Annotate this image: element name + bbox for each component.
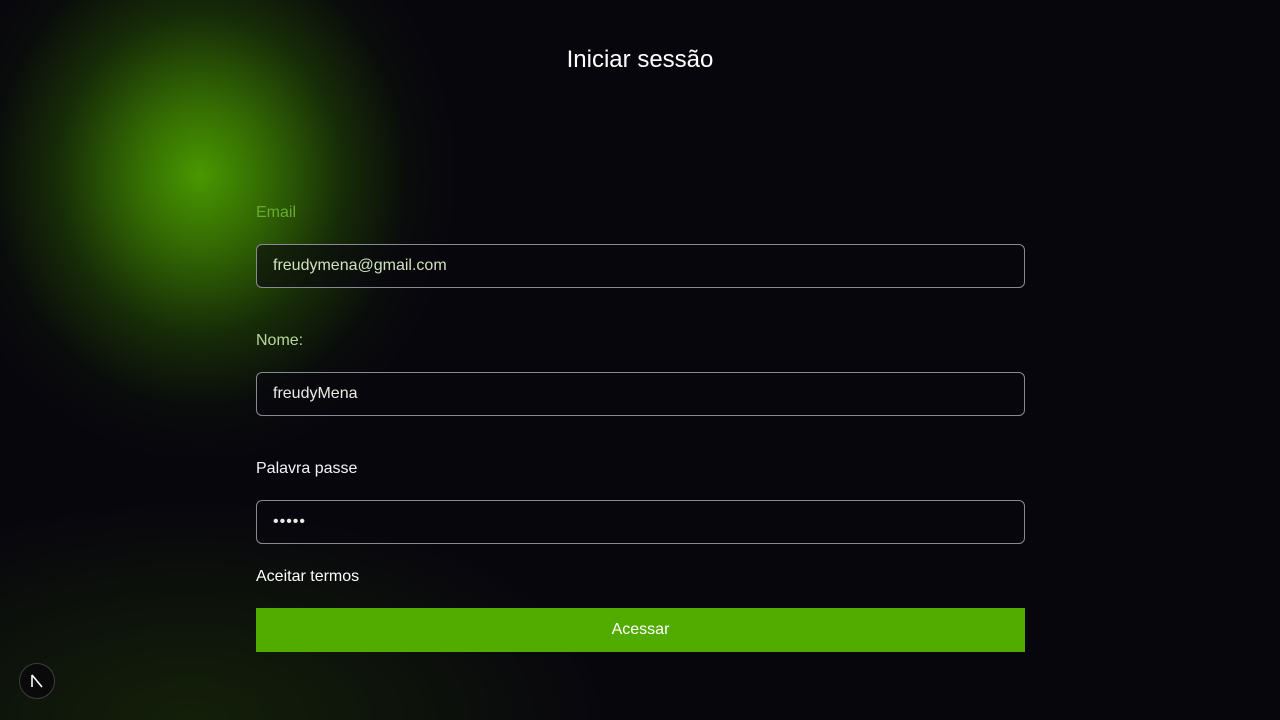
submit-button[interactable]: Acessar [256,608,1025,652]
email-label: Email [256,204,297,221]
next-logo-glyph [31,674,43,688]
next-logo-icon[interactable] [19,663,55,699]
name-label: Nome: [256,332,304,349]
accept-terms-label[interactable]: Aceitar termos [256,568,359,586]
password-field[interactable] [256,500,1025,544]
page-title: Iniciar sessão [566,46,714,73]
email-field[interactable] [256,244,1025,288]
name-field[interactable] [256,372,1025,416]
password-label: Palavra passe [256,460,358,477]
